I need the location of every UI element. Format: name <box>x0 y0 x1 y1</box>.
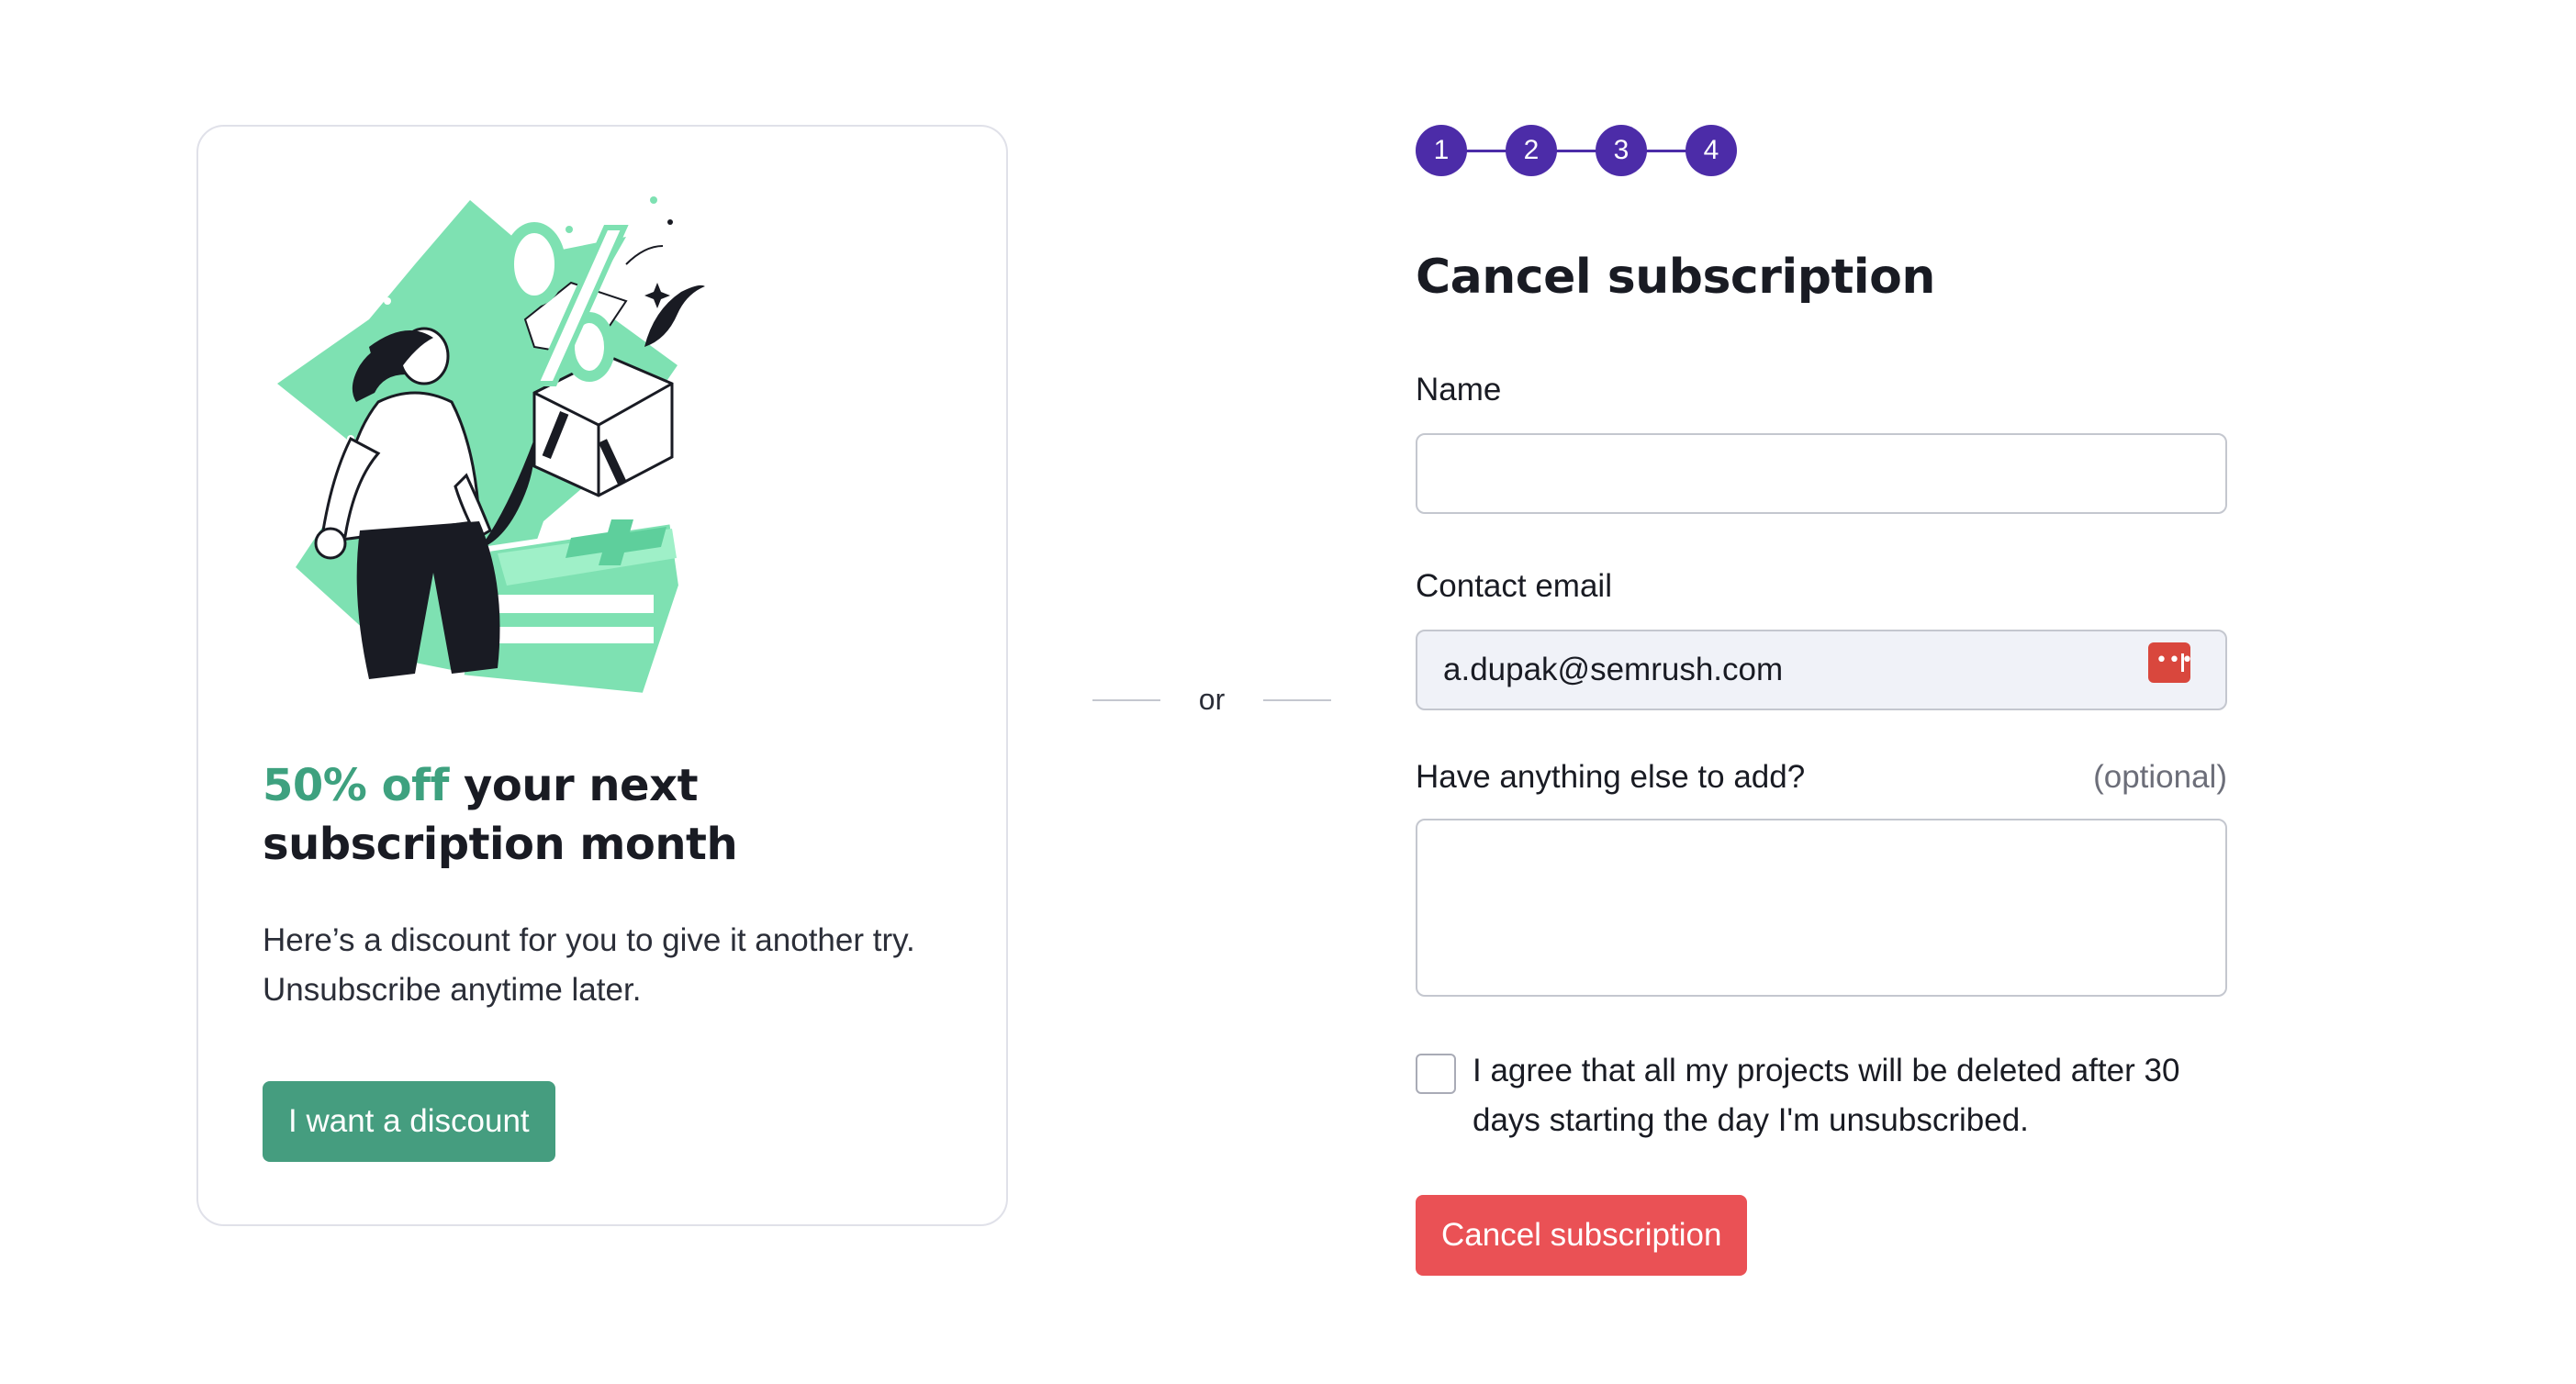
step-4[interactable]: 4 <box>1686 125 1737 176</box>
agreement-text: I agree that all my projects will be del… <box>1473 1053 2180 1138</box>
offer-description: Here’s a discount for you to give it ano… <box>263 922 915 1008</box>
page: 50% off your next subscription month Her… <box>0 0 2576 1384</box>
comment-textarea[interactable] <box>1416 819 2227 997</box>
discount-gift-box-illustration <box>277 196 705 696</box>
optional-label: (optional) <box>2093 759 2227 795</box>
contact-email-input[interactable] <box>1416 630 2227 710</box>
name-label: Name <box>1416 372 1502 407</box>
agreement-checkbox[interactable] <box>1416 1054 1456 1094</box>
stepper-connector <box>1441 150 1711 152</box>
password-manager-icon[interactable]: ••• <box>2148 642 2193 683</box>
cancel-subscription-button[interactable]: Cancel subscription <box>1416 1195 1748 1276</box>
password-cursor-glyph <box>2181 653 2184 672</box>
password-dots-glyph: ••• <box>2156 649 2194 672</box>
step-1[interactable]: 1 <box>1416 125 1467 176</box>
step-3[interactable]: 3 <box>1596 125 1647 176</box>
step-2[interactable]: 2 <box>1506 125 1557 176</box>
discount-offer-card: 50% off your next subscription month Her… <box>196 125 1008 1226</box>
name-input[interactable] <box>1416 433 2227 514</box>
offer-title-accent: 50% off <box>263 760 449 811</box>
contact-email-label: Contact email <box>1416 568 1612 604</box>
divider-line-right <box>1263 699 1331 701</box>
i-want-a-discount-button[interactable]: I want a discount <box>263 1081 555 1162</box>
page-title: Cancel subscription <box>1416 250 1935 305</box>
or-divider: or <box>1092 679 1331 720</box>
offer-title: 50% off your next subscription month <box>263 756 960 874</box>
comment-label: Have anything else to add? <box>1416 759 1806 795</box>
progress-stepper: 1 2 3 4 <box>1416 125 1737 176</box>
